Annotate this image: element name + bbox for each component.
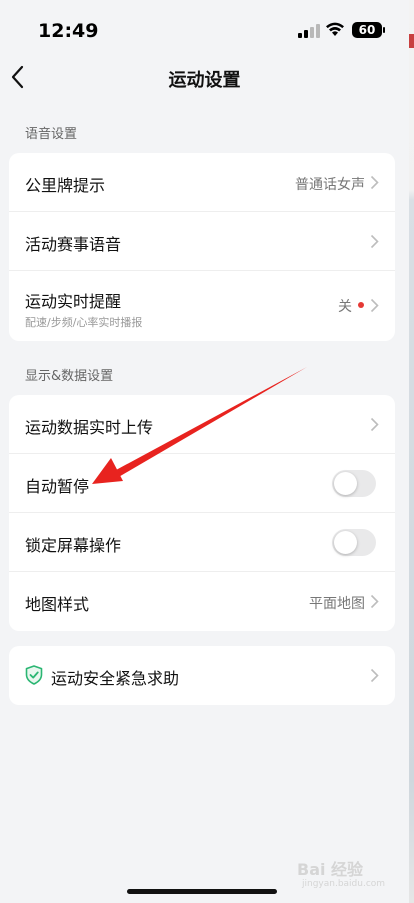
- row-map-style[interactable]: 地图样式 平面地图: [9, 572, 395, 631]
- section-label-display: 显示&数据设置: [25, 369, 114, 384]
- row-emergency-help[interactable]: 运动安全紧急求助: [9, 646, 395, 705]
- chevron-right-icon: [370, 234, 379, 249]
- toggle-knob: [334, 472, 357, 495]
- section-label-voice: 语音设置: [25, 127, 78, 142]
- row-value: 普通话女声: [295, 177, 365, 193]
- adjacent-window-strip: [409, 0, 414, 903]
- row-km-marker[interactable]: 公里牌提示 普通话女声: [9, 153, 395, 212]
- row-event-voice[interactable]: 活动赛事语音: [9, 212, 395, 271]
- row-value: 平面地图: [309, 596, 365, 612]
- row-realtime-upload[interactable]: 运动数据实时上传: [9, 395, 395, 454]
- page-title: 运动设置: [168, 70, 241, 91]
- safety-card: 运动安全紧急求助: [9, 646, 395, 705]
- battery-tip: [383, 27, 385, 33]
- row-title: 地图样式: [25, 595, 90, 614]
- cellular-signal-icon: [298, 24, 320, 38]
- chevron-right-icon: [370, 175, 379, 190]
- toggle-knob: [334, 531, 357, 554]
- home-indicator[interactable]: [127, 889, 277, 894]
- row-lock-screen: 锁定屏幕操作: [9, 513, 395, 572]
- adjacent-window-marker: [409, 34, 414, 48]
- row-title: 运动数据实时上传: [25, 418, 154, 437]
- shield-check-icon: [25, 665, 43, 685]
- row-title: 自动暂停: [25, 477, 90, 496]
- row-title: 运动实时提醒: [25, 292, 122, 311]
- auto-pause-toggle[interactable]: [332, 470, 376, 497]
- row-realtime-reminder[interactable]: 运动实时提醒 配速/步频/心率实时播报 关: [9, 271, 395, 341]
- lock-screen-toggle[interactable]: [332, 529, 376, 556]
- row-title: 公里牌提示: [25, 176, 106, 195]
- wifi-icon: [326, 22, 344, 36]
- row-subtitle: 配速/步频/心率实时播报: [25, 316, 143, 329]
- status-bar: 12:49 60: [0, 0, 409, 58]
- status-time: 12:49: [38, 20, 99, 42]
- row-value: 关: [338, 299, 352, 315]
- chevron-right-icon: [370, 417, 379, 432]
- watermark-logo: Bai 经验: [297, 860, 364, 879]
- chevron-right-icon: [370, 594, 379, 609]
- row-title: 运动安全紧急求助: [51, 669, 180, 688]
- notification-dot: [358, 302, 364, 308]
- battery-level: 60: [352, 22, 382, 38]
- chevron-right-icon: [370, 668, 379, 683]
- watermark-url: jingyan.baidu.com: [302, 879, 386, 889]
- row-title: 活动赛事语音: [25, 235, 122, 254]
- voice-settings-card: 公里牌提示 普通话女声 活动赛事语音 运动实时提醒 配速/步频/心率实时播报 关: [9, 153, 395, 341]
- navigation-bar: 运动设置: [0, 58, 409, 98]
- row-auto-pause: 自动暂停: [9, 454, 395, 513]
- display-settings-card: 运动数据实时上传 自动暂停 锁定屏幕操作 地图样式 平面地图: [9, 395, 395, 631]
- chevron-right-icon: [370, 298, 379, 313]
- row-title: 锁定屏幕操作: [25, 536, 122, 555]
